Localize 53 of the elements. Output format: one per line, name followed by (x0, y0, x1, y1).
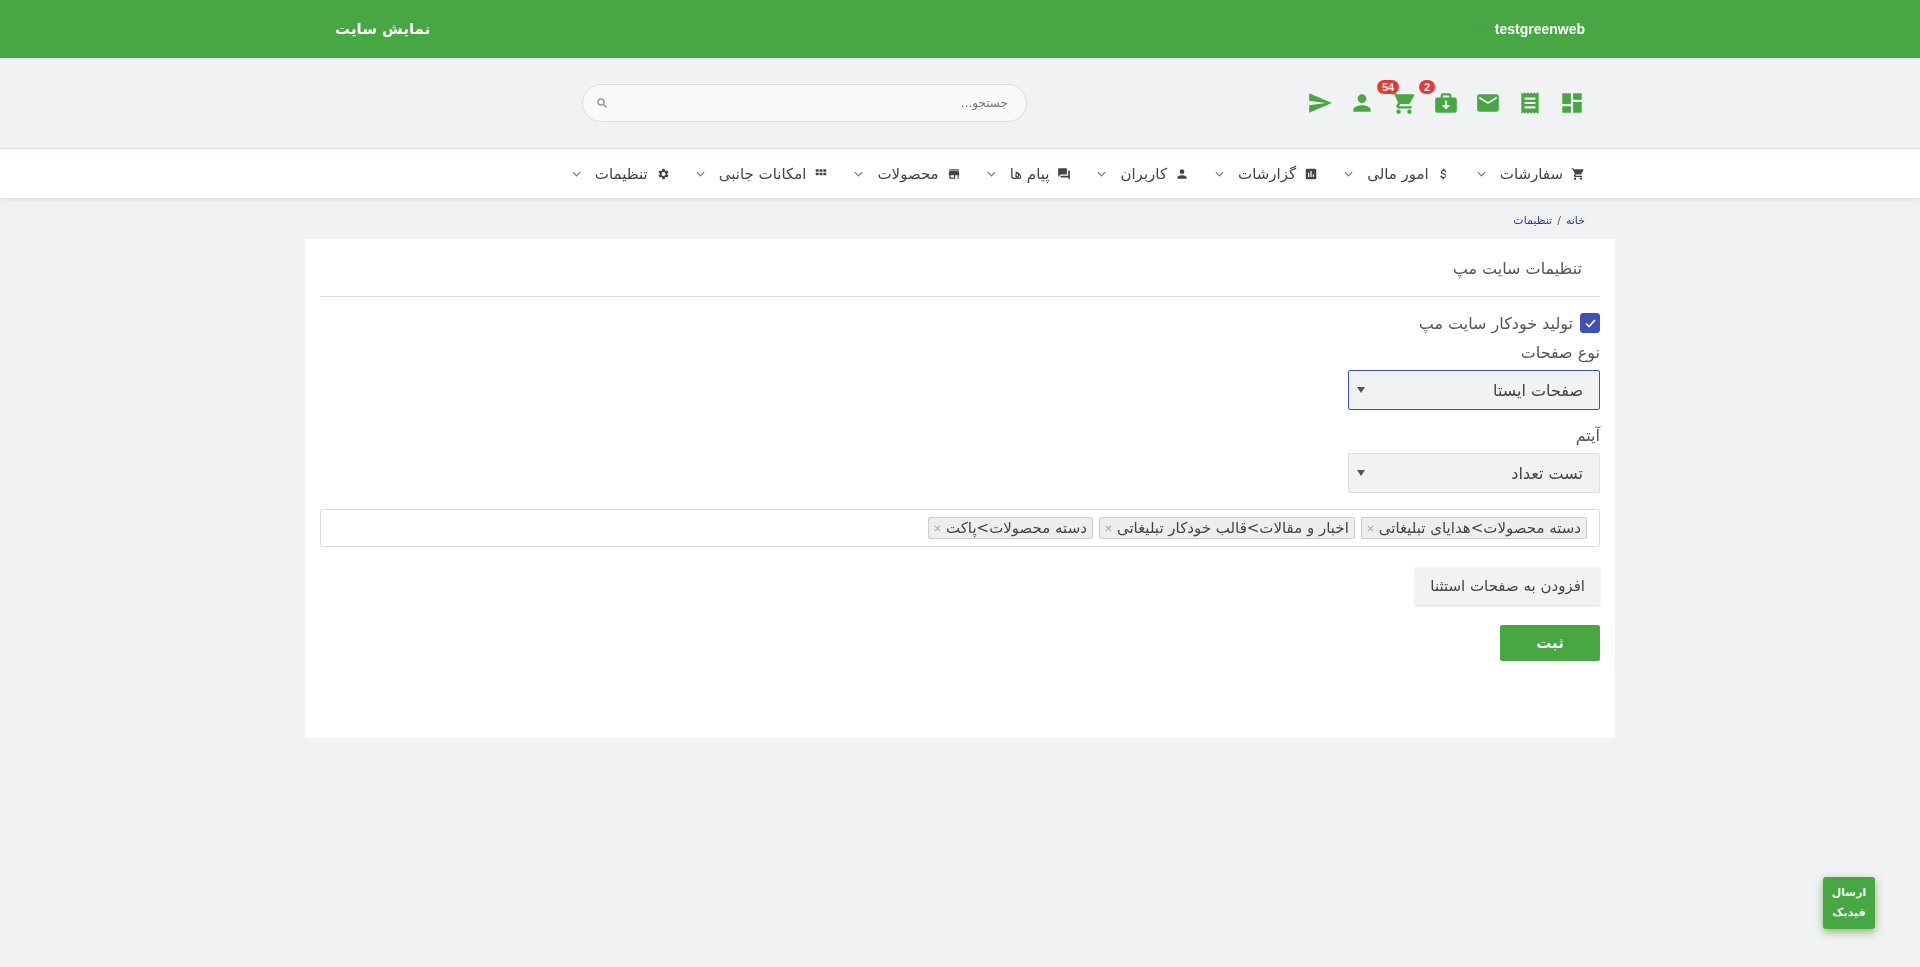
search-field[interactable]: جستجو... (582, 84, 1027, 122)
menu-item[interactable]: گزارشات (1215, 164, 1319, 183)
checkbox-label: تولید خودکار سایت مپ (1418, 313, 1573, 333)
chat-icon (1057, 166, 1072, 181)
tag: دسته محصولات>هدایای تبلیغاتی (1360, 517, 1587, 539)
send-icon (1307, 90, 1333, 116)
checkbox[interactable] (1580, 313, 1600, 333)
add-exception-button[interactable]: افزودن به صفحات استثنا (1415, 567, 1600, 605)
chevron-down-icon (1475, 26, 1485, 32)
select-field[interactable]: تست تعداد (1348, 453, 1600, 493)
menu-item[interactable]: محصولات (854, 164, 961, 183)
checkmark-icon (1584, 318, 1596, 328)
toolbar-button[interactable] (1307, 90, 1333, 116)
person-icon (1175, 166, 1190, 181)
chevron-down-icon (1344, 170, 1354, 177)
chevron-down-icon (571, 170, 581, 177)
chevron-down-icon (1476, 170, 1486, 177)
menu-item[interactable]: سفارشات (1476, 164, 1585, 183)
chevron-down-icon (1097, 170, 1107, 177)
menu-item[interactable]: پیام ها (986, 164, 1072, 183)
chevron-down-icon (854, 170, 864, 177)
menu-item[interactable]: تنظیمات (571, 164, 670, 183)
count-badge: 2 (1419, 80, 1436, 94)
toolbar-button[interactable] (1433, 90, 1459, 116)
breadcrumb-link[interactable]: تنظیمات (1513, 214, 1553, 227)
dropdown-arrow-icon (1357, 470, 1365, 476)
remove-icon[interactable] (933, 524, 941, 532)
count-badge: 54 (1377, 80, 1400, 94)
tags-field[interactable]: دسته محصولات>هدایای تبلیغاتی اخبار و مقالات>قالب خودکار تبلیغاتی دسته محصولات>پاکت (320, 509, 1600, 547)
breadcrumb-separator: / (1557, 214, 1561, 227)
field-label: آیتم (1574, 426, 1600, 445)
chevron-down-icon (695, 170, 705, 177)
menu-item[interactable]: امکانات جانبی (695, 164, 829, 183)
search-icon (596, 97, 608, 109)
card-title: تنظیمات سایت مپ (1451, 258, 1583, 281)
cart-icon (1571, 166, 1585, 181)
download-bag-icon (1433, 90, 1459, 116)
tag: دسته محصولات>پاکت (927, 517, 1093, 539)
breadcrumb-link[interactable]: خانه (1565, 214, 1585, 227)
menu-item[interactable]: کاربران (1097, 164, 1190, 183)
store-icon (946, 166, 961, 181)
menu-item[interactable]: امور مالی (1344, 164, 1451, 183)
toolbar-button[interactable] (1559, 90, 1585, 116)
chevron-down-icon (986, 170, 996, 177)
select-field[interactable]: صفحات ایستا (1348, 370, 1600, 410)
chart-icon (1304, 166, 1319, 181)
remove-icon[interactable] (1104, 524, 1112, 532)
dashboard-icon (1559, 90, 1585, 116)
tag: اخبار و مقالات>قالب خودکار تبلیغاتی (1098, 517, 1355, 539)
chevron-down-icon (1215, 170, 1225, 177)
dropdown-arrow-icon (1357, 387, 1365, 393)
remove-icon[interactable] (1366, 524, 1374, 532)
field-label: نوع صفحات (1519, 343, 1600, 362)
